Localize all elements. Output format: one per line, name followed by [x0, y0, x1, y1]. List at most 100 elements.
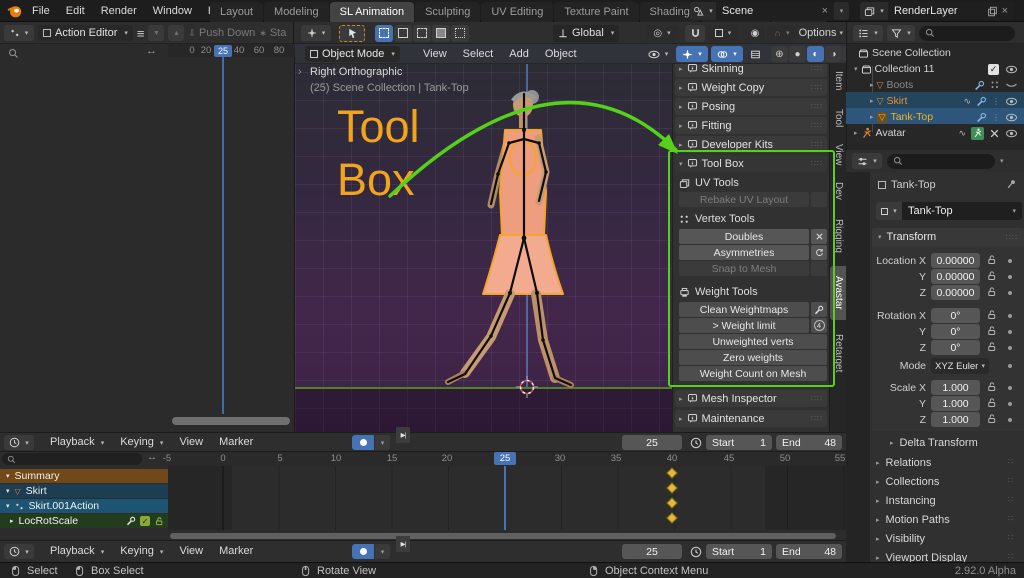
doubles-settings-button[interactable] — [811, 229, 827, 244]
frame-start-field[interactable]: Start1 — [706, 544, 772, 559]
keyframe-diamond[interactable] — [666, 467, 677, 478]
section-collections[interactable]: ▸Collections — [876, 476, 939, 488]
animate-dot[interactable] — [1008, 314, 1012, 318]
timeline-menu-keying[interactable]: Keying ▾ — [112, 433, 171, 453]
scale-y-field[interactable]: 1.000 — [931, 396, 980, 411]
lock-icon[interactable] — [986, 309, 997, 320]
weight-limit-button[interactable]: > Weight limit — [679, 318, 809, 333]
snap-to-mesh-button[interactable]: Snap to Mesh — [679, 261, 809, 276]
tool-settings-icon[interactable]: ▾ — [301, 25, 331, 41]
channel-lock-icon[interactable] — [154, 516, 164, 526]
asymmetries-button[interactable]: Asymmetries — [679, 245, 809, 260]
unweighted-verts-button[interactable]: Unweighted verts — [679, 334, 827, 349]
toolbar-expand-arrow[interactable]: › — [298, 66, 302, 78]
push-down-button[interactable]: ⇩Push Down — [188, 27, 255, 39]
asymmetries-refresh-button[interactable] — [811, 245, 827, 260]
snap-extra-slot[interactable] — [811, 261, 827, 276]
move-down-button[interactable]: ▼ — [148, 25, 164, 41]
dopesheet-horizontal-scrollbar[interactable] — [170, 533, 836, 539]
weight-limit-count-badge[interactable]: 4 — [811, 318, 827, 333]
frame-start-field[interactable]: Start1 — [706, 435, 772, 450]
modifier-wrench-icon[interactable] — [976, 96, 987, 107]
timeline-menu-view[interactable]: View — [171, 433, 211, 452]
animate-dot[interactable] — [1008, 291, 1012, 295]
rotation-z-field[interactable]: 0° — [931, 340, 980, 355]
workspace-tab-texture-paint[interactable]: Texture Paint — [554, 2, 638, 22]
remove-layer-icon[interactable]: × — [1002, 5, 1008, 17]
keyframe-diamond[interactable] — [666, 482, 677, 493]
overflow-icon[interactable]: ⋮ — [992, 113, 1000, 122]
lock-icon[interactable] — [986, 397, 997, 408]
animate-dot[interactable] — [1008, 275, 1012, 279]
scene-browse-button[interactable]: ▾ — [834, 2, 849, 20]
section-instancing[interactable]: ▸Instancing — [876, 495, 936, 507]
tab-tool[interactable]: Tool — [830, 102, 847, 134]
keying-options-dropdown[interactable]: ▾ — [375, 544, 390, 559]
lock-icon[interactable] — [986, 341, 997, 352]
eye-icon[interactable] — [1005, 97, 1018, 106]
properties-options-dropdown[interactable]: ▾ — [1000, 157, 1004, 165]
keyframe-diamond[interactable] — [666, 497, 677, 508]
tab-dev[interactable]: Dev — [830, 176, 847, 206]
editor-type-dopesheet-icon[interactable]: ▾ — [4, 25, 34, 41]
transform-panel-header[interactable]: ▾Transform ∷∷ — [872, 228, 1024, 246]
properties-search-input[interactable] — [887, 154, 995, 169]
scale-z-field[interactable]: 1.000 — [931, 412, 980, 427]
timeline-editor-type-icon[interactable]: ▾ — [4, 435, 34, 450]
mode-dropdown[interactable]: Object Mode▾ — [305, 46, 400, 62]
outliner-row-boots[interactable]: ▸ ▽ Boots — [846, 77, 1024, 93]
outliner-row-tank-top[interactable]: ▸ ▽ Tank-Top ⋮ — [846, 109, 1024, 125]
workspace-tab-modeling[interactable]: Modeling — [264, 2, 329, 22]
eye-icon[interactable] — [1005, 113, 1018, 122]
clean-weightmaps-button[interactable]: Clean Weightmaps — [679, 302, 809, 317]
jump-to-end-button[interactable]: ▶| — [396, 427, 410, 443]
object-visibility-dropdown[interactable]: ▾ — [643, 46, 673, 62]
use-preview-range-icon[interactable] — [690, 437, 702, 449]
auto-keying-button[interactable] — [352, 544, 374, 559]
modifier-wrench-icon[interactable] — [974, 80, 985, 91]
options-dropdown[interactable]: Options▾ — [793, 25, 843, 42]
select-mode-extend-button[interactable] — [394, 25, 412, 42]
viewport-menu-view[interactable]: View — [415, 44, 455, 64]
animation-icon[interactable]: ∿ — [963, 96, 971, 107]
animate-dot[interactable] — [1008, 259, 1012, 263]
rotation-y-field[interactable]: 0° — [931, 324, 980, 339]
scene-name[interactable]: Scene — [722, 5, 753, 17]
panel-mesh-inspector[interactable]: ▸Mesh Inspector∷∷ — [675, 390, 827, 407]
outliner-row-collection-11[interactable]: ▾ Collection 11 ✓ — [846, 61, 1024, 77]
object-selector[interactable]: ▾ Tank-Top ▾ — [876, 202, 1022, 220]
shading-material-button[interactable]: ◐ — [807, 46, 824, 62]
stash-button[interactable]: ∗Sta — [259, 27, 286, 39]
dopesheet-expand-icon[interactable]: ↔ — [147, 452, 157, 463]
channel-enable-checkbox[interactable]: ✓ — [140, 516, 150, 526]
rebake-uv-layout-button[interactable]: Rebake UV Layout — [679, 192, 809, 207]
lock-icon[interactable] — [986, 381, 997, 392]
animate-dot[interactable] — [1008, 386, 1012, 390]
pin-icon[interactable] — [1006, 179, 1017, 190]
panel-posing[interactable]: ▸Posing∷∷ — [675, 98, 827, 115]
select-mode-subtract-button[interactable] — [413, 25, 431, 42]
modifier-wrench-icon[interactable] — [126, 516, 136, 526]
tab-item[interactable]: Item — [830, 64, 847, 98]
eye-icon[interactable] — [1005, 129, 1018, 138]
outliner-row-skirt[interactable]: ▸ ▽ Skirt ∿ ⋮ — [846, 93, 1024, 109]
location-y-field[interactable]: 0.00000 — [931, 269, 980, 284]
timeline2-menu-view[interactable]: View — [171, 542, 211, 561]
overlays-dropdown[interactable]: ▾ — [711, 46, 743, 62]
timeline2-menu-playback[interactable]: Playback ▾ — [42, 542, 112, 562]
keying-options-dropdown[interactable]: ▾ — [375, 435, 390, 450]
timeline-menu-marker[interactable]: Marker — [211, 433, 261, 452]
xray-toggle-button[interactable] — [746, 46, 764, 62]
viewport-menu-object[interactable]: Object — [537, 44, 585, 64]
channel-skirt[interactable]: ▾▽Skirt — [0, 484, 168, 498]
modifier-wrench-icon[interactable] — [976, 112, 987, 123]
pivot-point-dropdown[interactable]: ◎▾ — [645, 25, 679, 42]
active-tool-button[interactable] — [339, 25, 365, 42]
panel-skinning[interactable]: ▸Skinning∷∷ — [675, 64, 827, 77]
zero-weights-button[interactable]: Zero weights — [679, 350, 827, 365]
animate-dot[interactable] — [1008, 418, 1012, 422]
workspace-tab-sculpting[interactable]: Sculpting — [415, 2, 480, 22]
workspace-tab-uv-editing[interactable]: UV Editing — [481, 2, 553, 22]
outliner-row-scene-collection[interactable]: Scene Collection — [846, 45, 1024, 61]
weight-count-button[interactable]: Weight Count on Mesh — [679, 366, 827, 381]
